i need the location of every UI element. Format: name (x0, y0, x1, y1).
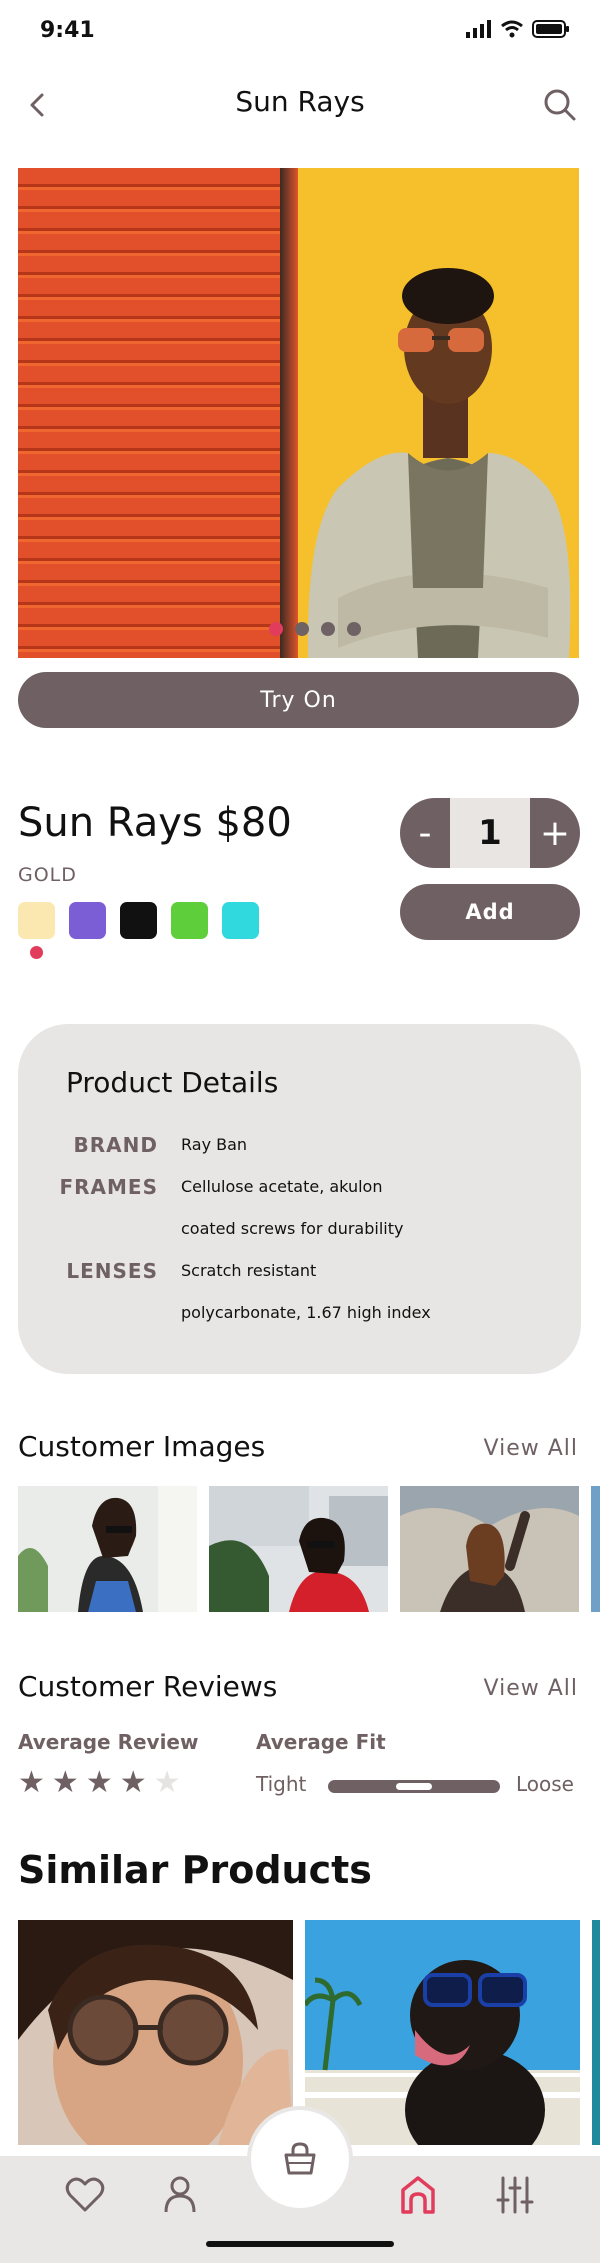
similar-product-card[interactable] (592, 1920, 600, 2145)
shopping-bag-icon (284, 2142, 316, 2175)
detail-value-lenses-cont: polycarbonate, 1.67 high index (181, 1303, 431, 1322)
color-name: GOLD (18, 864, 77, 886)
product-title: Sun Rays $80 (18, 800, 292, 846)
model-figure (307, 268, 571, 658)
similar-product-photo-2 (305, 1920, 580, 2145)
star-filled-icon: ★ (119, 1765, 147, 1800)
similar-product-card[interactable] (18, 1920, 293, 2145)
star-filled-icon: ★ (18, 1765, 45, 1800)
detail-key-brand: BRAND (73, 1133, 158, 1157)
carousel-dot[interactable] (347, 622, 361, 636)
star-empty-icon: ★ (153, 1765, 181, 1800)
product-details-card: Product Details BRAND Ray Ban FRAMES Cel… (18, 1024, 581, 1374)
detail-key-frames: FRAMES (59, 1175, 158, 1199)
average-review-label: Average Review (18, 1730, 199, 1754)
shutter-post (280, 168, 298, 658)
selected-swatch-indicator (30, 946, 43, 959)
nav-home[interactable] (395, 2172, 441, 2218)
color-swatch[interactable] (69, 902, 106, 939)
rating-stars: ★ ★ ★ ★ ★ (18, 1765, 181, 1800)
decrement-button[interactable]: - (400, 798, 450, 868)
detail-key-lenses: LENSES (66, 1259, 158, 1283)
nav-favorites[interactable] (62, 2172, 108, 2218)
fit-meter (328, 1780, 500, 1793)
fit-meter-marker (396, 1783, 432, 1790)
detail-value-brand: Ray Ban (181, 1135, 248, 1154)
status-time: 9:41 (40, 18, 95, 43)
average-fit-label: Average Fit (256, 1730, 386, 1754)
carousel-dot[interactable] (295, 622, 309, 636)
color-swatch[interactable] (120, 902, 157, 939)
home-icon (401, 2176, 435, 2214)
customer-reviews-title: Customer Reviews (18, 1670, 278, 1703)
increment-button[interactable]: + (530, 798, 580, 868)
details-title: Product Details (66, 1066, 279, 1099)
search-icon (544, 89, 576, 121)
fit-tight-label: Tight (256, 1772, 307, 1796)
wifi-icon (501, 20, 523, 38)
search-button[interactable] (540, 85, 580, 125)
try-on-button[interactable]: Try On (18, 672, 579, 728)
detail-value-frames-cont: coated screws for durability (181, 1219, 404, 1238)
customer-images-view-all[interactable]: View All (484, 1436, 578, 1461)
heart-icon (65, 2177, 105, 2212)
product-hero-image[interactable] (18, 168, 579, 658)
customer-image[interactable] (18, 1486, 197, 1612)
color-swatches (18, 902, 259, 939)
customer-photo-1 (18, 1486, 197, 1612)
carousel-dot[interactable] (321, 622, 335, 636)
customer-image[interactable] (591, 1486, 600, 1612)
nav-filters[interactable] (492, 2172, 538, 2218)
quantity-value: 1 (450, 798, 530, 868)
nav-profile[interactable] (157, 2172, 203, 2218)
customer-photo-3 (400, 1486, 579, 1612)
carousel-dots (0, 622, 600, 636)
detail-value-frames: Cellulose acetate, akulon (181, 1177, 383, 1196)
quantity-stepper: - 1 + (400, 798, 580, 868)
home-indicator (206, 2241, 394, 2247)
carousel-dot[interactable] (269, 622, 283, 636)
customer-images-title: Customer Images (18, 1430, 266, 1463)
customer-image[interactable] (400, 1486, 579, 1612)
shutter-backdrop (18, 168, 280, 658)
fit-loose-label: Loose (516, 1772, 574, 1796)
color-swatch[interactable] (171, 902, 208, 939)
customer-photo-4 (591, 1486, 600, 1612)
similar-product-photo-3 (592, 1920, 600, 2145)
page-title: Sun Rays (235, 85, 365, 118)
customer-photo-2 (209, 1486, 388, 1612)
customer-image[interactable] (209, 1486, 388, 1612)
similar-product-card[interactable] (305, 1920, 580, 2145)
status-icons (466, 20, 570, 38)
customer-reviews-view-all[interactable]: View All (484, 1676, 578, 1701)
user-icon (164, 2176, 196, 2213)
color-swatch[interactable] (18, 902, 55, 939)
star-filled-icon: ★ (51, 1765, 79, 1800)
star-filled-icon: ★ (85, 1765, 113, 1800)
color-swatch[interactable] (222, 902, 259, 939)
sliders-icon (496, 2176, 534, 2214)
detail-value-lenses: Scratch resistant (181, 1261, 317, 1280)
battery-icon (532, 20, 569, 38)
signal-icon (466, 20, 491, 38)
similar-products-title: Similar Products (18, 1848, 372, 1892)
cart-button[interactable] (251, 2110, 349, 2208)
similar-product-photo-1 (18, 1920, 293, 2145)
add-to-cart-button[interactable]: Add (400, 884, 580, 940)
